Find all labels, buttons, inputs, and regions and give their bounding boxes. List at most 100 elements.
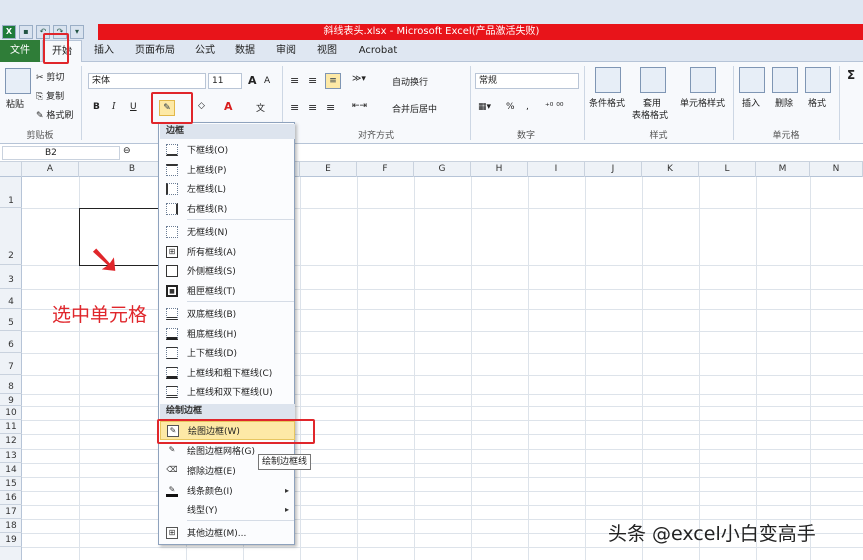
tab-file[interactable]: 文件 <box>0 40 40 62</box>
number-format-select[interactable]: 常规 <box>475 73 579 89</box>
phonetic-button[interactable]: 文 <box>256 101 265 114</box>
menu-item-border-top-double-bottom[interactable]: 上框线和双下框线(U) <box>160 382 295 401</box>
row-header[interactable]: 2 <box>0 208 22 265</box>
wrap-text-button[interactable]: 自动换行 <box>392 75 428 88</box>
menu-item-line-color[interactable]: ✎ 线条颜色(I) ▸ <box>160 481 295 500</box>
accounting-icon[interactable]: ▦▾ <box>478 102 491 112</box>
row-header[interactable]: 11 <box>0 420 22 434</box>
row-header[interactable]: 1 <box>0 177 22 208</box>
row-header[interactable]: 10 <box>0 406 22 420</box>
menu-item-border-none[interactable]: 无框线(N) <box>160 222 295 241</box>
orientation-icon[interactable]: ≫▾ <box>352 74 366 84</box>
align-bottom-icon[interactable]: ≡ <box>325 73 341 89</box>
column-header[interactable]: F <box>357 162 414 177</box>
tab-page-layout[interactable]: 页面布局 <box>130 40 180 62</box>
italic-button[interactable]: I <box>112 102 116 112</box>
grid-line <box>22 477 863 478</box>
row-header[interactable]: 8 <box>0 375 22 394</box>
tab-data[interactable]: 数据 <box>230 40 260 62</box>
font-color-button[interactable]: A <box>224 100 233 113</box>
row-header[interactable]: 7 <box>0 353 22 375</box>
format-painter-button[interactable]: ✎ 格式刷 <box>36 108 73 121</box>
paste-button[interactable]: 粘贴 <box>6 97 24 110</box>
tab-review[interactable]: 审阅 <box>271 40 301 62</box>
autosum-button[interactable]: Σ <box>847 68 855 82</box>
fx-button[interactable]: ⊖ <box>123 146 131 156</box>
align-middle-icon[interactable]: ≡ <box>308 74 317 87</box>
row-header[interactable]: 18 <box>0 519 22 533</box>
font-name-select[interactable]: 宋体 <box>88 73 206 89</box>
column-header[interactable]: J <box>585 162 642 177</box>
font-size-select[interactable]: 11 <box>208 73 242 89</box>
percent-button[interactable]: % <box>506 102 515 112</box>
table-format-line2[interactable]: 表格格式 <box>632 108 668 121</box>
row-header[interactable]: 15 <box>0 477 22 491</box>
column-header[interactable]: N <box>810 162 863 177</box>
cell-styles-button[interactable]: 单元格样式 <box>680 96 725 109</box>
insert-cells-button[interactable]: 插入 <box>742 96 760 109</box>
tab-formulas[interactable]: 公式 <box>190 40 220 62</box>
column-header[interactable]: G <box>414 162 471 177</box>
tab-acrobat[interactable]: Acrobat <box>353 40 403 62</box>
row-header[interactable]: 12 <box>0 434 22 449</box>
menu-item-border-all[interactable]: ⊞ 所有框线(A) <box>160 242 295 261</box>
row-header[interactable]: 13 <box>0 449 22 463</box>
menu-item-border-left[interactable]: 左框线(L) <box>160 179 295 198</box>
scissors-icon: ✂ <box>36 73 47 83</box>
decimal-icon[interactable]: ⁺⁰ ⁰⁰ <box>545 102 563 112</box>
align-left-icon[interactable]: ≡ <box>290 101 299 114</box>
name-box[interactable]: B2 <box>2 146 120 160</box>
delete-cells-button[interactable]: 删除 <box>775 96 793 109</box>
menu-item-border-bottom[interactable]: 下框线(O) <box>160 140 295 159</box>
menu-item-line-style[interactable]: 线型(Y) ▸ <box>160 500 295 519</box>
shrink-font-button[interactable]: A <box>264 76 270 86</box>
row-header[interactable]: 4 <box>0 289 22 309</box>
grow-font-button[interactable]: A <box>248 74 257 87</box>
column-header[interactable]: M <box>756 162 810 177</box>
column-header[interactable]: I <box>528 162 585 177</box>
row-header[interactable]: 9 <box>0 394 22 406</box>
menu-item-border-top[interactable]: 上框线(P) <box>160 160 295 179</box>
row-header[interactable]: 3 <box>0 265 22 289</box>
comma-button[interactable]: , <box>526 102 529 112</box>
menu-item-more-borders[interactable]: ⊞ 其他边框(M)... <box>160 523 295 542</box>
align-center-icon[interactable]: ≡ <box>308 101 317 114</box>
fill-color-button[interactable]: ◇ <box>198 101 205 111</box>
menu-item-border-double-bottom[interactable]: 双底框线(B) <box>160 304 295 323</box>
menu-item-border-thick-bottom[interactable]: 粗底框线(H) <box>160 324 295 343</box>
tab-view[interactable]: 视图 <box>312 40 342 62</box>
cut-button[interactable]: ✂ 剪切 <box>36 70 64 83</box>
menu-item-border-top-thick-bottom[interactable]: 上框线和粗下框线(C) <box>160 363 295 382</box>
column-header[interactable]: E <box>300 162 357 177</box>
border-thick-box-icon: ■ <box>166 284 178 297</box>
row-header[interactable]: 14 <box>0 463 22 477</box>
indent-icon[interactable]: ⇤⇥ <box>352 101 367 111</box>
conditional-format-button[interactable]: 条件格式 <box>589 96 625 109</box>
merge-center-button[interactable]: 合并后居中 <box>392 102 437 115</box>
menu-item-border-outside[interactable]: 外侧框线(S) <box>160 261 295 280</box>
menu-item-border-right[interactable]: 右框线(R) <box>160 199 295 218</box>
underline-button[interactable]: U <box>130 102 137 112</box>
conditional-format-icon <box>595 67 621 93</box>
column-header[interactable]: A <box>22 162 79 177</box>
align-right-icon[interactable]: ≡ <box>326 101 335 114</box>
align-top-icon[interactable]: ≡ <box>290 74 299 87</box>
column-header[interactable]: H <box>471 162 528 177</box>
save-icon[interactable]: ▪ <box>19 25 33 39</box>
row-header[interactable]: 19 <box>0 533 22 547</box>
copy-button[interactable]: ⎘ 复制 <box>36 89 64 102</box>
row-header[interactable]: 6 <box>0 331 22 353</box>
column-header[interactable]: L <box>699 162 756 177</box>
row-header[interactable]: 5 <box>0 309 22 331</box>
row-header[interactable]: 17 <box>0 505 22 519</box>
menu-item-border-thick-box[interactable]: ■ 粗匣框线(T) <box>160 281 295 300</box>
column-header[interactable]: K <box>642 162 699 177</box>
customize-icon[interactable]: ▾ <box>70 25 84 39</box>
menu-item-border-top-bottom[interactable]: 上下框线(D) <box>160 343 295 362</box>
format-cells-button[interactable]: 格式 <box>808 96 826 109</box>
menu-item-label: 粗底框线(H) <box>187 330 237 340</box>
tab-insert[interactable]: 插入 <box>88 40 120 62</box>
select-all-corner[interactable] <box>0 162 22 177</box>
row-header[interactable]: 16 <box>0 491 22 505</box>
bold-button[interactable]: B <box>93 102 100 112</box>
